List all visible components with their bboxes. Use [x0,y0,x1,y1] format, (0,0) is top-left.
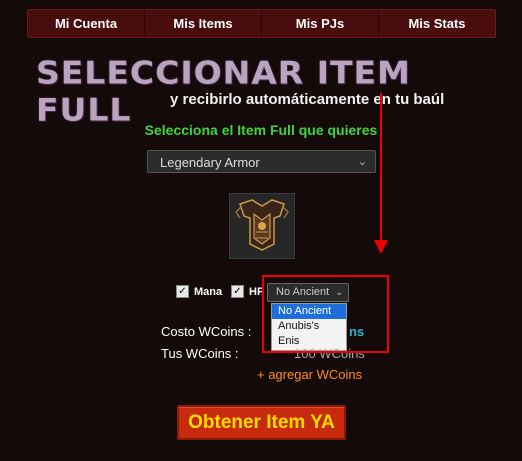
tus-wcoins-label: Tus WCoins : [161,346,239,361]
ancient-option[interactable]: No Ancient [272,304,346,319]
page-subtitle: y recibirlo automáticamente en tu baúl [170,91,445,108]
ancient-option[interactable]: Anubis's [272,319,346,334]
hp-checkbox[interactable]: ✓ [231,285,244,298]
nav-mis-pjs[interactable]: Mis PJs [262,10,379,37]
nav-mi-cuenta[interactable]: Mi Cuenta [28,10,145,37]
ancient-dropdown: No Ancient Anubis's Enis [271,303,347,351]
ancient-select[interactable]: No Ancient ⌄ [267,283,349,302]
legendary-armor-icon [229,193,295,259]
add-wcoins-link[interactable]: + agregar WCoins [257,367,362,382]
chevron-down-icon: ⌄ [335,287,343,297]
mana-label: Mana [194,286,223,298]
costo-wcoins-label: Costo WCoins : [161,324,252,339]
nav-mis-items[interactable]: Mis Items [145,10,262,37]
get-item-button[interactable]: Obtener Item YA [177,405,346,440]
hp-label: HP [249,286,265,298]
chevron-down-icon: ⌄ [357,156,367,168]
top-nav: Mi Cuenta Mis Items Mis PJs Mis Stats [27,9,496,38]
tus-wcoins-value: 100 WCoins [294,346,365,361]
costo-wcoins-value: ns [349,324,365,339]
item-select-value: Legendary Armor [160,155,260,170]
annotation-arrow-head [374,240,388,254]
item-select[interactable]: Legendary Armor ⌄ [147,150,376,173]
nav-mis-stats[interactable]: Mis Stats [379,10,495,37]
select-prompt: Selecciona el Item Full que quieres [144,122,378,138]
ancient-select-value: No Ancient [276,286,330,298]
mana-checkbox[interactable]: ✓ [176,285,189,298]
annotation-arrow [380,93,382,243]
